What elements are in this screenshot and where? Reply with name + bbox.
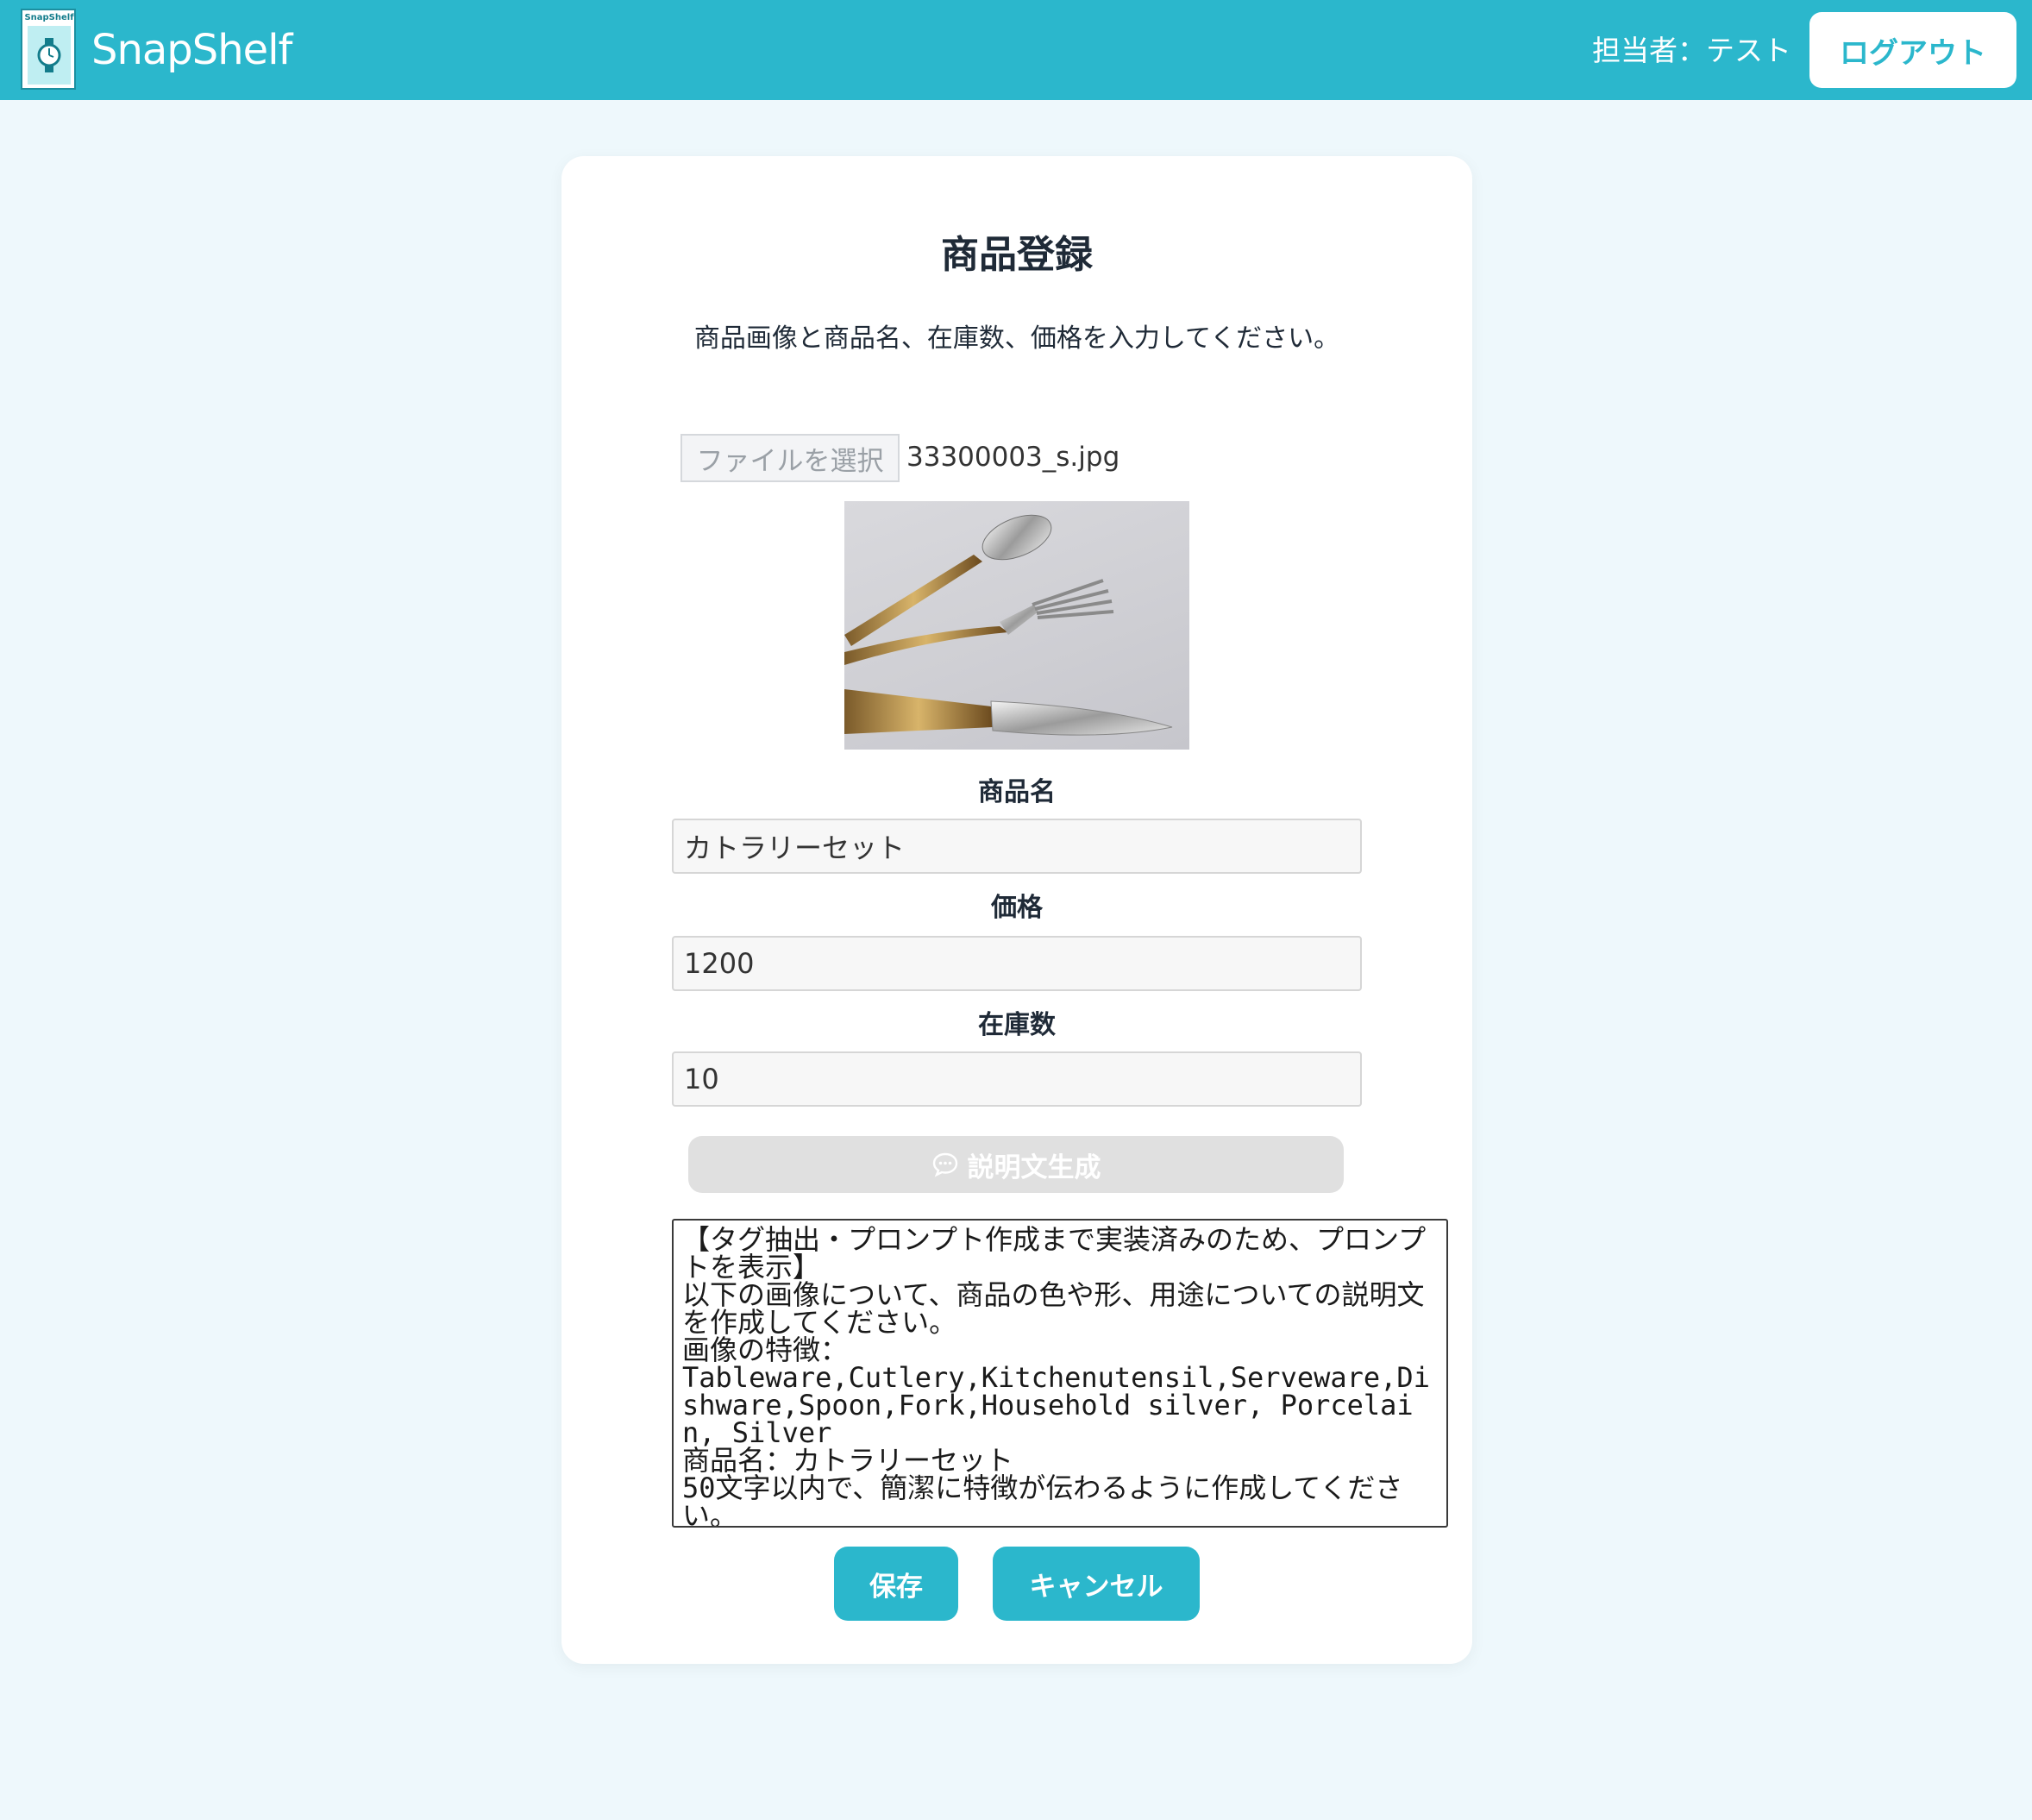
page-title: 商品登録 (941, 233, 1093, 277)
user-label: 担当者：テスト (1592, 34, 1791, 67)
logout-button[interactable]: ログアウト (1809, 12, 2016, 88)
page-subtitle: 商品画像と商品名、在庫数、価格を入力してください。 (693, 323, 1340, 354)
product-registration-card: 商品登録 商品画像と商品名、在庫数、価格を入力してください。 ファイルを選択 3… (561, 156, 1472, 1664)
description-textarea[interactable]: 【タグ抽出・プロンプト作成まで実装済みのため、プロンプトを表示】 以下の画像につ… (672, 1219, 1448, 1528)
stock-input[interactable]: 10 (672, 1051, 1362, 1107)
chat-bubble-icon (932, 1152, 957, 1177)
stock-label: 在庫数 (978, 1010, 1056, 1040)
price-label: 価格 (991, 893, 1043, 923)
cutlery-illustration (844, 514, 1173, 736)
choose-file-button[interactable]: ファイルを選択 (680, 434, 900, 482)
product-image-preview (844, 501, 1189, 750)
logo-text: SnapShelf (24, 13, 74, 22)
generate-description-label: 説明文生成 (967, 1152, 1101, 1183)
app-header: SnapShelf SnapShelf 担当者：テスト ログアウト (0, 0, 2032, 100)
logo-background (28, 26, 71, 85)
product-name-label: 商品名 (978, 777, 1056, 807)
generate-description-button[interactable]: 説明文生成 (688, 1136, 1344, 1193)
app-logo[interactable]: SnapShelf (21, 9, 76, 90)
brand-name[interactable]: SnapShelf (91, 26, 292, 74)
cancel-button[interactable]: キャンセル (993, 1547, 1200, 1621)
watch-icon (37, 38, 61, 72)
price-input[interactable]: 1200 (672, 936, 1362, 991)
save-button[interactable]: 保存 (834, 1547, 958, 1621)
selected-file-name: 33300003_s.jpg (906, 442, 1120, 473)
product-name-input[interactable]: カトラリーセット (672, 819, 1362, 874)
